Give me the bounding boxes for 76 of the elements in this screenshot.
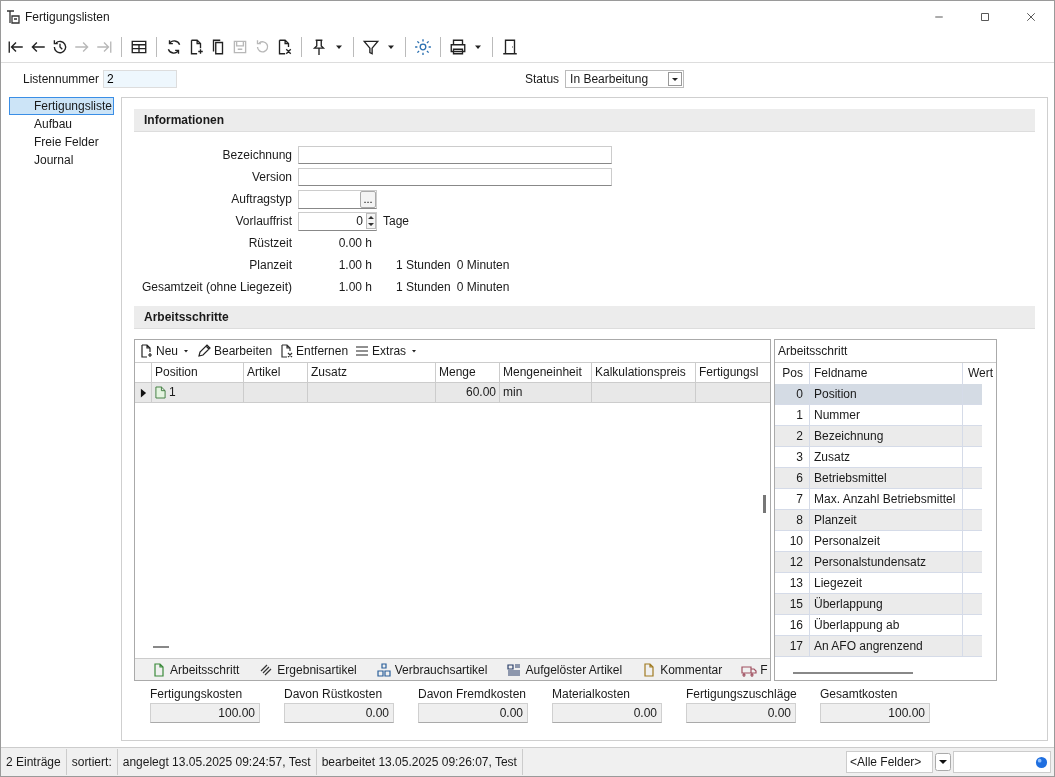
column-header[interactable]: Pos (775, 363, 809, 384)
status-text: bearbeitet 13.05.2025 09:26:07, Test (316, 749, 523, 775)
table-row[interactable]: 1 60.00 min (135, 383, 770, 403)
status-text: angelegt 13.05.2025 09:24:57, Test (117, 749, 317, 775)
time-value: 1.00 h (337, 280, 372, 294)
toolbar-button[interactable]: Neu (138, 343, 190, 359)
cost-label: Fertigungskosten (150, 687, 244, 701)
cost-field: 0.00 (418, 703, 528, 723)
sidebar-item[interactable]: Fertigungsliste (9, 97, 114, 115)
unit-label: Tage (383, 214, 410, 228)
cost-label: Davon Rüstkosten (284, 687, 384, 701)
field-row[interactable]: 17 An AFO angrenzend (775, 636, 982, 657)
bottom-tab[interactable]: Aufgelöster Artikel (506, 661, 623, 678)
cost-field: 100.00 (150, 703, 260, 723)
number-spinner[interactable]: 0 (298, 211, 377, 231)
section-header: Arbeitsschritte (134, 306, 1035, 329)
field-label: Auftragstyp (230, 192, 292, 206)
status-text: 2 Einträge (1, 749, 67, 775)
field-row[interactable]: 2 Bezeichnung (775, 426, 982, 447)
toolbar-button[interactable]: Extras (354, 343, 419, 359)
bottom-tab[interactable]: Kommentar (641, 661, 723, 678)
field-label: Planzeit (248, 258, 292, 272)
column-header[interactable]: Menge (436, 363, 500, 382)
field-row[interactable]: 15 Überlappung (775, 594, 982, 615)
toolbar-button[interactable]: Entfernen (278, 343, 349, 359)
cost-label: Fertigungszuschläge (686, 687, 796, 701)
sidebar-item[interactable]: Journal (9, 151, 114, 169)
column-header[interactable]: Position (152, 363, 244, 382)
time-value: 0.00 h (337, 236, 372, 250)
field-filter-dropdown[interactable]: <Alle Felder> (846, 751, 933, 773)
toolbar-button[interactable]: Bearbeiten (196, 343, 273, 359)
hours-text: 1 Stunden (396, 280, 451, 294)
field-label: Rüstzeit (247, 236, 292, 250)
column-header[interactable]: Kalkulationspreis (592, 363, 696, 382)
table-cell: 60.00 (436, 383, 500, 402)
order-type-field[interactable]: ... (298, 189, 377, 209)
field-label: Bezeichnung (221, 148, 292, 162)
table-cell: min (500, 383, 592, 402)
field-row[interactable]: 0 Position (775, 384, 982, 405)
field-label: Listennummer (23, 72, 100, 86)
field-label: Vorlauffrist (234, 214, 292, 228)
bottom-tab[interactable]: Arbeitsschritt (151, 661, 240, 678)
minutes-text: 0 Minuten (456, 258, 510, 272)
field-row[interactable]: 12 Personalstundensatz (775, 552, 982, 573)
cost-label: Gesamtkosten (820, 687, 899, 701)
hours-text: 1 Stunden (396, 258, 451, 272)
cost-field: 100.00 (820, 703, 930, 723)
cost-label: Materialkosten (552, 687, 632, 701)
bottom-tab[interactable]: Ergebnisartikel (258, 661, 357, 678)
list-number-field[interactable]: 2 (103, 70, 178, 88)
browse-button[interactable]: ... (360, 190, 376, 208)
cost-label: Davon Fremdkosten (418, 687, 528, 701)
sidebar-item[interactable]: Freie Felder (9, 133, 114, 151)
window-title: Fertigungslisten (25, 9, 110, 24)
cost-field: 0.00 (552, 703, 662, 723)
field-label: Version (250, 170, 292, 184)
field-label: Status (525, 72, 560, 86)
table-cell-text: 1 (169, 384, 176, 401)
column-header[interactable]: Artikel (244, 363, 308, 382)
bottom-tab[interactable]: Verbrauchsartikel (375, 661, 488, 678)
section-header: Informationen (134, 109, 1035, 132)
bottom-tab[interactable]: F (741, 661, 768, 678)
field-row[interactable]: 6 Betriebsmittel (775, 468, 982, 489)
sidebar-item[interactable]: Aufbau (9, 115, 114, 133)
time-value: 1.00 h (337, 258, 372, 272)
cost-field: 0.00 (686, 703, 796, 723)
minutes-text: 0 Minuten (456, 280, 510, 294)
panel-title: Arbeitsschritt (775, 340, 996, 363)
column-header[interactable]: Zusatz (308, 363, 436, 382)
status-text: sortiert: (66, 749, 118, 775)
field-row[interactable]: 8 Planzeit (775, 510, 982, 531)
column-header[interactable]: Fertigungsl (696, 363, 768, 382)
status-dropdown[interactable]: In Bearbeitung (565, 70, 685, 88)
field-label: Gesamtzeit (ohne Liegezeit) (140, 280, 292, 294)
cost-field: 0.00 (284, 703, 394, 723)
column-header[interactable]: Mengeneinheit (500, 363, 592, 382)
